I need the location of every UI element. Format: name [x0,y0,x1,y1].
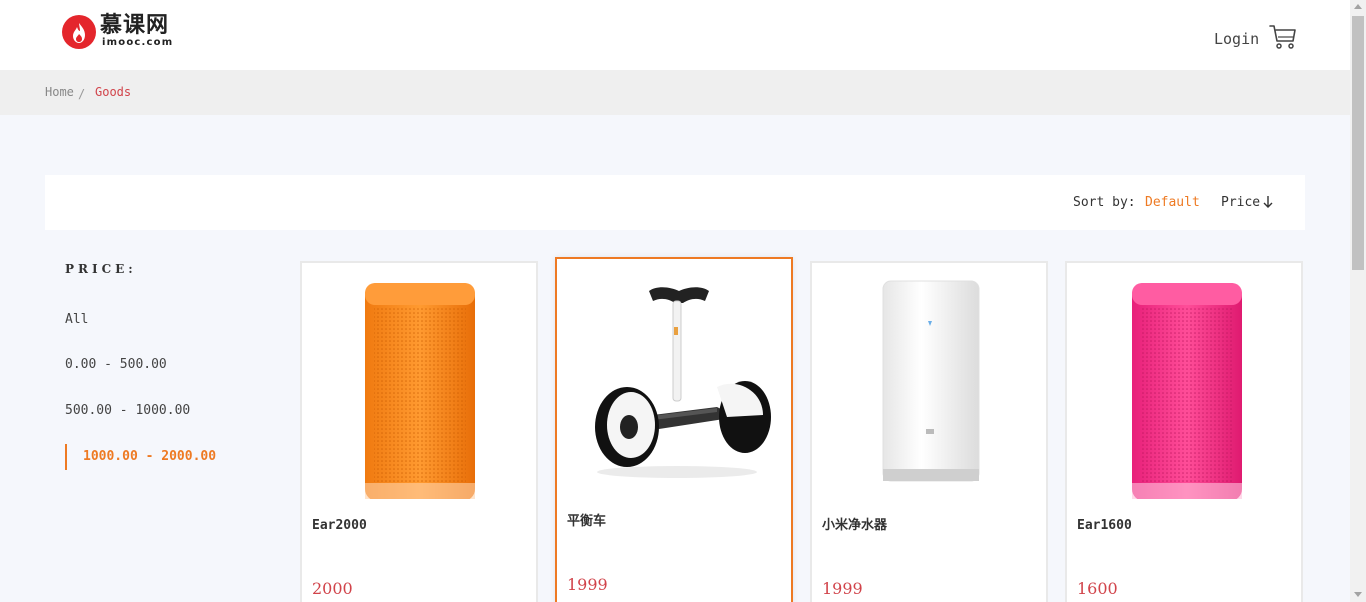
login-link[interactable]: Login [1214,29,1259,49]
sort-price-option[interactable]: Price [1221,194,1260,211]
scroll-down-icon[interactable] [1354,592,1362,597]
sort-default-option[interactable]: Default [1145,194,1200,211]
product-card[interactable]: Ear1600 1600 [1065,261,1303,602]
product-price: 1999 [567,575,608,594]
product-card[interactable]: Ear2000 2000 [300,261,538,602]
product-name: Ear2000 [312,518,367,533]
price-filter-500-1000[interactable]: 500.00 - 1000.00 [65,402,190,420]
price-filter-all[interactable]: All [65,311,88,329]
sort-label: Sort by: [1073,195,1136,210]
logo-domain: imooc.com [102,37,174,48]
price-filter-0-500[interactable]: 0.00 - 500.00 [65,356,167,374]
product-name: 小米净水器 [822,518,888,533]
product-name: 平衡车 [567,514,607,529]
shopping-cart-icon[interactable] [1269,24,1297,50]
product-image [365,283,475,499]
logo-text: 慕课网 [100,13,170,38]
breadcrumb-home-link[interactable]: Home [45,84,74,100]
product-image [882,280,980,482]
product-card[interactable]: 小米净水器 1999 [810,261,1048,602]
price-filter-title: PRICE: [65,262,137,276]
arrow-down-icon[interactable] [1263,195,1273,209]
sort-bar: Sort by: Default Price [45,175,1305,230]
product-image [595,287,771,478]
logo-flame-icon [62,15,96,49]
scrollbar-thumb[interactable] [1352,16,1364,270]
scroll-up-icon[interactable] [1354,4,1362,9]
vertical-scrollbar[interactable] [1350,0,1366,602]
breadcrumb: Home / Goods [0,70,1350,115]
product-card[interactable]: 平衡车 1999 [555,257,793,602]
product-price: 1999 [822,579,863,598]
product-price: 1600 [1077,579,1118,598]
product-image [1132,283,1242,499]
price-filter-1000-2000[interactable]: 1000.00 - 2000.00 [65,444,216,470]
header: 慕课网 imooc.com Login [0,0,1350,70]
product-price: 2000 [312,579,353,598]
imooc-logo[interactable]: 慕课网 imooc.com [62,13,180,50]
breadcrumb-separator: / [78,87,86,101]
product-name: Ear1600 [1077,518,1132,533]
breadcrumb-current: Goods [95,85,132,99]
